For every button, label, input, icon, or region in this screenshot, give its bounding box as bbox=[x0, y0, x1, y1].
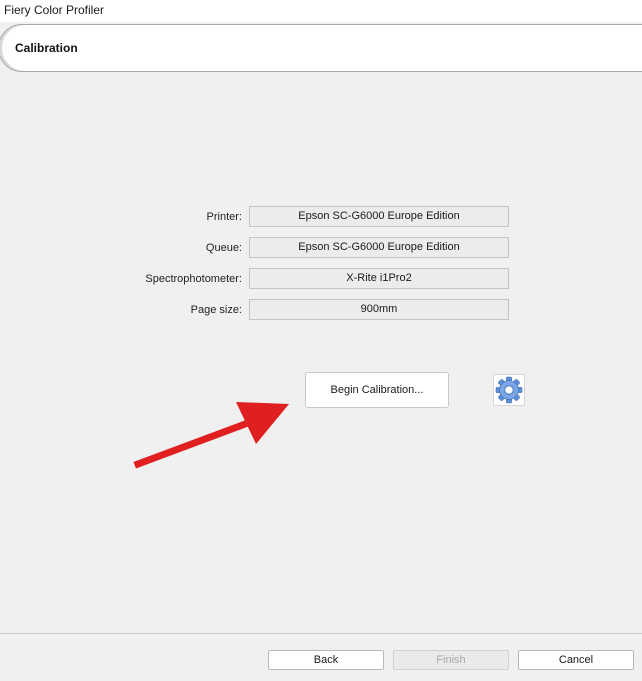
printer-value: Epson SC-G6000 Europe Edition bbox=[249, 206, 509, 227]
spectrophotometer-label: Spectrophotometer: bbox=[145, 273, 242, 285]
back-button[interactable]: Back bbox=[268, 650, 384, 670]
spectrophotometer-value: X-Rite i1Pro2 bbox=[249, 268, 509, 289]
footer-divider bbox=[0, 633, 642, 634]
page-size-label: Page size: bbox=[190, 304, 242, 316]
cancel-button[interactable]: Cancel bbox=[518, 650, 634, 670]
red-arrow-annotation bbox=[133, 402, 289, 469]
gear-icon bbox=[495, 376, 523, 404]
finish-button[interactable]: Finish bbox=[393, 650, 509, 670]
window-title-bar: Fiery Color Profiler bbox=[0, 0, 642, 22]
settings-button[interactable] bbox=[493, 374, 525, 406]
page-size-value: 900mm bbox=[249, 299, 509, 320]
queue-value: Epson SC-G6000 Europe Edition bbox=[249, 237, 509, 258]
queue-label: Queue: bbox=[205, 242, 242, 254]
page-header bbox=[0, 24, 642, 72]
printer-label: Printer: bbox=[206, 211, 242, 223]
begin-calibration-button[interactable]: Begin Calibration... bbox=[305, 372, 449, 408]
window-title: Fiery Color Profiler bbox=[4, 3, 105, 17]
page-title: Calibration bbox=[15, 41, 78, 55]
